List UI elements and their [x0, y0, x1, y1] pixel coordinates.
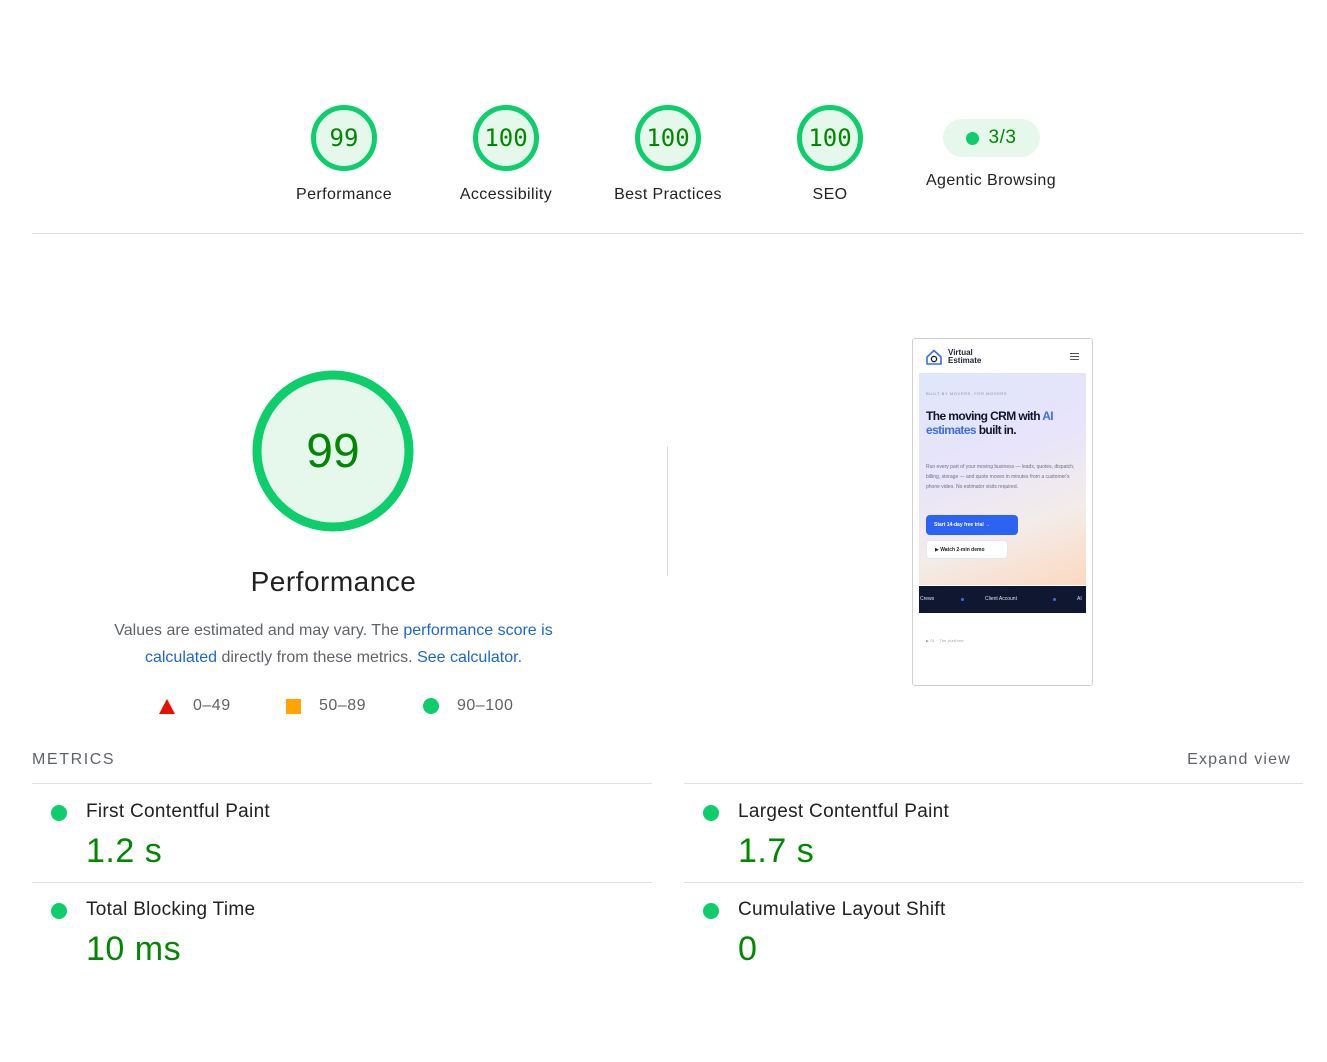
- preview-feature-band: Crews Client Account AI: [919, 586, 1086, 613]
- average-square-icon: [286, 698, 301, 714]
- metric-first-contentful-paint[interactable]: First Contentful Paint 1.2 s: [32, 784, 592, 880]
- metric-name: Largest Contentful Paint: [738, 801, 950, 822]
- band-dot-icon: [1053, 598, 1056, 601]
- score-legend: 0–49 50–89 90–100: [0, 697, 667, 721]
- preview-brand: Virtual Estimate: [948, 349, 981, 365]
- hero-body: Run every part of your moving business —…: [926, 464, 1075, 490]
- pass-circle-icon: [423, 698, 439, 714]
- hero-headline: The moving CRM with AI estimates built i…: [926, 409, 1076, 437]
- metric-value: 10 ms: [86, 930, 182, 968]
- legend-average: 50–89: [286, 697, 366, 715]
- svg-text:100: 100: [484, 124, 527, 152]
- metric-cumulative-layout-shift[interactable]: Cumulative Layout Shift 0: [684, 882, 1244, 978]
- metric-name: First Contentful Paint: [86, 801, 271, 822]
- legend-label: 0–49: [193, 697, 231, 714]
- pass-dot-icon: [51, 903, 67, 919]
- score-ring: 100: [635, 105, 701, 171]
- svg-text:99: 99: [306, 425, 359, 478]
- gauge-label: Best Practices: [614, 186, 722, 203]
- metrics-heading: METRICS: [32, 751, 116, 768]
- gauge-label: SEO: [812, 186, 848, 203]
- gauge-best-practices[interactable]: 100 Best Practices: [593, 104, 743, 204]
- gauge-agentic-browsing[interactable]: 3/3 Agentic Browsing: [916, 104, 1066, 190]
- desc-text: directly from these metrics.: [217, 649, 418, 666]
- performance-title: Performance: [250, 566, 417, 597]
- metric-name: Total Blocking Time: [86, 899, 256, 920]
- gauge-label: Accessibility: [459, 186, 553, 203]
- metric-total-blocking-time[interactable]: Total Blocking Time 10 ms: [32, 882, 592, 978]
- gauge-seo[interactable]: 100 SEO: [755, 104, 905, 204]
- score-ring: 100: [473, 105, 539, 171]
- score-ring: 100: [797, 105, 863, 171]
- final-screenshot[interactable]: Virtual Estimate BUILT BY MOVERS, FOR MO…: [912, 338, 1093, 686]
- preview-header: Virtual Estimate: [913, 339, 1092, 373]
- gauge-performance[interactable]: 99 Performance: [269, 104, 419, 204]
- house-logo-icon: [926, 349, 942, 365]
- gauge-accessibility[interactable]: 100 Accessibility: [431, 104, 581, 204]
- hamburger-menu-icon: [1070, 353, 1079, 360]
- expand-view-toggle[interactable]: Expand view: [1187, 751, 1291, 769]
- svg-text:100: 100: [646, 124, 689, 152]
- preview-hero: BUILT BY MOVERS, FOR MOVERS The moving C…: [919, 373, 1086, 585]
- pass-dot-icon: [51, 805, 67, 821]
- band-item: Crews: [920, 596, 935, 602]
- category-gauges: 99 Performance 100 Accessibility 100 Bes…: [0, 104, 1327, 214]
- agentic-value: 3/3: [988, 127, 1017, 148]
- legend-pass: 90–100: [423, 697, 513, 715]
- divider: [32, 233, 1303, 234]
- fail-triangle-icon: [159, 698, 175, 714]
- metric-value: 0: [738, 930, 758, 968]
- preview-footer: ▶ 01 · The platform: [926, 639, 964, 643]
- headline-text: The moving CRM with: [926, 409, 1043, 423]
- metric-name: Cumulative Layout Shift: [738, 899, 946, 920]
- legend-fail: 0–49: [159, 697, 231, 715]
- vertical-divider: [667, 446, 668, 576]
- score-ring: 99: [311, 105, 377, 171]
- demo-button: ▶ Watch 2-min demo: [926, 540, 1008, 559]
- hero-kicker: BUILT BY MOVERS, FOR MOVERS: [926, 391, 1008, 396]
- band-item: Client Account: [985, 596, 1017, 602]
- headline-text: built in.: [975, 423, 1017, 437]
- trial-button: Start 14-day free trial →: [926, 515, 1018, 535]
- metric-largest-contentful-paint[interactable]: Largest Contentful Paint 1.7 s: [684, 784, 1244, 880]
- agentic-pill: 3/3: [942, 119, 1040, 157]
- performance-description: Values are estimated and may vary. The p…: [90, 617, 577, 671]
- pass-dot-icon: [703, 805, 719, 821]
- legend-label: 90–100: [457, 697, 514, 714]
- band-item: AI: [1077, 596, 1082, 602]
- see-calculator-link[interactable]: See calculator.: [417, 649, 522, 666]
- legend-label: 50–89: [319, 697, 366, 714]
- performance-score-gauge: 99: [252, 370, 414, 532]
- metric-value: 1.7 s: [738, 832, 815, 870]
- desc-text: Values are estimated and may vary. The: [114, 622, 404, 639]
- gauge-label: Performance: [296, 186, 392, 203]
- pass-dot-icon: [703, 903, 719, 919]
- svg-text:99: 99: [330, 124, 359, 152]
- gauge-label: Agentic Browsing: [925, 172, 1057, 189]
- pass-dot-icon: [965, 131, 979, 145]
- brand-line: Estimate: [948, 356, 982, 365]
- svg-text:100: 100: [808, 124, 851, 152]
- metric-value: 1.2 s: [86, 832, 163, 870]
- band-dot-icon: [961, 598, 964, 601]
